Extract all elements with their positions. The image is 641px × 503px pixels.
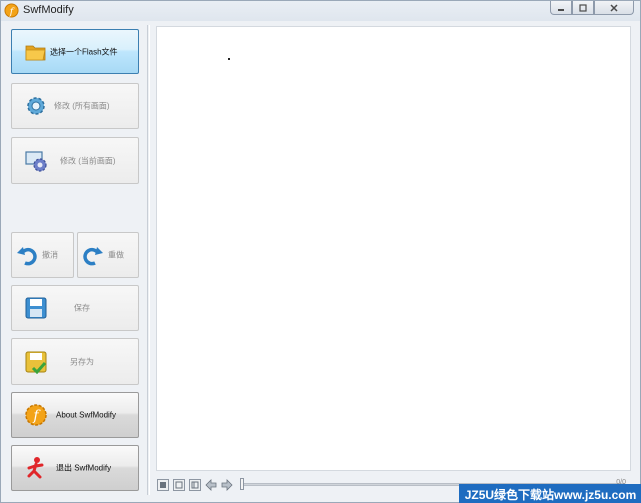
panel-divider[interactable] (147, 25, 150, 495)
next-frame-icon[interactable] (221, 479, 233, 491)
swfmodify-app-icon: f (4, 3, 19, 18)
window-controls (550, 1, 634, 15)
save-as-label: 另存为 (70, 357, 94, 366)
minimize-icon (558, 8, 564, 11)
about-label: About SwfModify (56, 410, 117, 420)
app-window: f SwfModify 选择一个Flash文件 修改 (所有画面) 修改 (当前… (0, 0, 641, 503)
running-man-exit-icon (27, 457, 44, 479)
window-title: SwfModify (23, 4, 74, 16)
rewind-icon[interactable] (157, 479, 169, 491)
preview-cursor-dot (228, 58, 230, 60)
modify-all-label: 修改 (所有画面) (54, 101, 110, 111)
exit-button[interactable]: 退出 SwfModify (11, 445, 139, 491)
undo-arrow-icon (17, 247, 37, 266)
folder-icon (25, 45, 46, 60)
select-flash-file-button[interactable]: 选择一个Flash文件 (11, 29, 139, 74)
redo-button[interactable]: 重做 (77, 232, 139, 278)
maximize-button[interactable] (572, 1, 594, 15)
modify-all-button[interactable]: 修改 (所有画面) (11, 83, 139, 129)
about-button[interactable]: f About SwfModify (11, 392, 139, 438)
title-bar[interactable]: f SwfModify (1, 1, 640, 21)
close-button[interactable] (594, 1, 634, 15)
floppy-disk-icon (25, 297, 47, 319)
close-icon (610, 3, 618, 12)
gear-icon (27, 97, 45, 115)
modify-current-button[interactable]: 修改 (当前画面) (11, 137, 139, 184)
undo-label: 撤消 (42, 250, 58, 260)
flash-preview-canvas[interactable] (156, 26, 631, 471)
screen-gear-icon (25, 150, 47, 172)
minimize-button[interactable] (550, 1, 572, 15)
save-as-icon (25, 351, 47, 374)
save-label: 保存 (74, 303, 90, 313)
seek-thumb[interactable] (240, 478, 244, 490)
exit-label: 退出 SwfModify (56, 463, 112, 473)
undo-button[interactable]: 撤消 (11, 232, 74, 278)
flash-logo-icon: f (25, 404, 47, 426)
modify-current-label: 修改 (当前画面) (60, 156, 116, 165)
stop-icon[interactable] (189, 479, 201, 491)
redo-arrow-icon (83, 247, 103, 266)
play-icon[interactable] (173, 479, 185, 491)
select-flash-file-label: 选择一个Flash文件 (50, 47, 118, 56)
watermark-banner: JZ5U绿色下载站www.jz5u.com (459, 484, 641, 503)
maximize-icon (579, 3, 587, 12)
redo-label: 重做 (108, 250, 124, 260)
save-button[interactable]: 保存 (11, 285, 139, 331)
save-as-button[interactable]: 另存为 (11, 338, 139, 385)
previous-frame-icon[interactable] (205, 479, 217, 491)
